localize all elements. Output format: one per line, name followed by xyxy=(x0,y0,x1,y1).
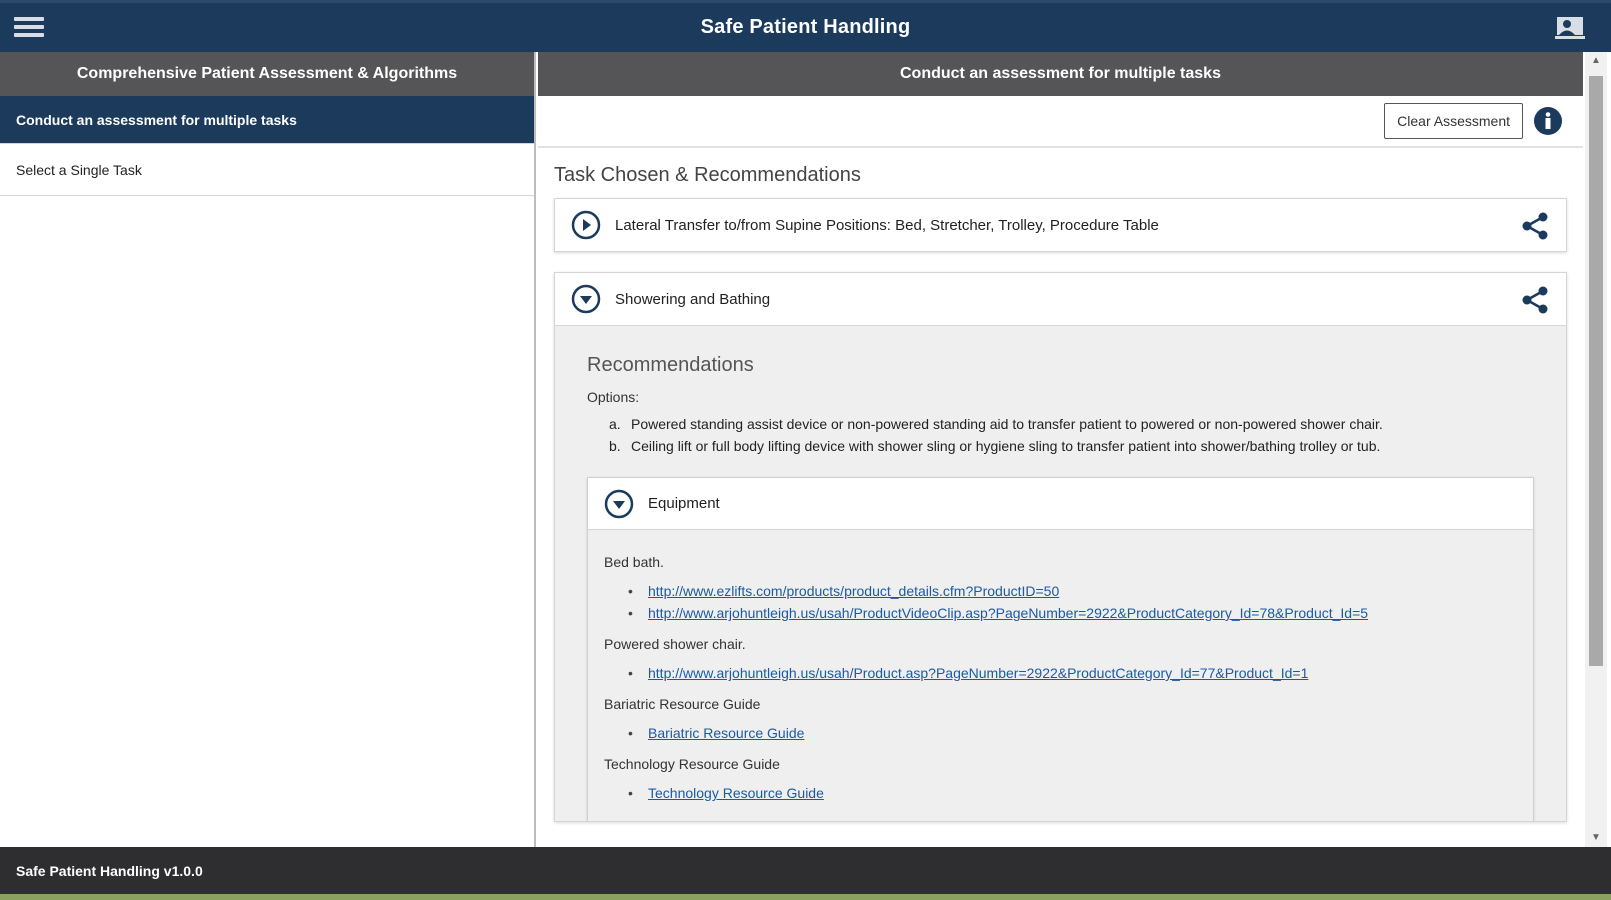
vertical-scrollbar[interactable]: ▲ ▼ xyxy=(1585,52,1607,847)
footer-accent-line xyxy=(0,894,1611,900)
scrollbar-thumb[interactable] xyxy=(1589,76,1603,666)
options-label: Options: xyxy=(587,389,640,405)
options-list: a. Powered standing assist device or non… xyxy=(609,413,1534,457)
main-panel-header: Conduct an assessment for multiple tasks xyxy=(538,52,1583,96)
equipment-link[interactable]: http://www.ezlifts.com/products/product_… xyxy=(648,583,1059,599)
task-accordion: Lateral Transfer to/from Supine Position… xyxy=(554,198,1567,252)
info-icon[interactable] xyxy=(1533,106,1563,136)
equipment-body: Bed bath. http://www.ezlifts.com/product… xyxy=(588,530,1533,821)
main-panel: Conduct an assessment for multiple tasks… xyxy=(538,52,1583,847)
equipment-group-label: Bed bath. xyxy=(604,554,664,570)
equipment-accordion: Equipment Bed bath. http://www.ezlifts.c… xyxy=(587,477,1534,821)
technology-guide-link[interactable]: Technology Resource Guide xyxy=(648,785,824,801)
option-item: b. Ceiling lift or full body lifting dev… xyxy=(609,435,1534,457)
task-label: Lateral Transfer to/from Supine Position… xyxy=(615,216,1159,234)
bariatric-guide-link[interactable]: Bariatric Resource Guide xyxy=(648,725,804,741)
collapse-circle-icon xyxy=(604,489,634,518)
equipment-accordion-header[interactable]: Equipment xyxy=(588,478,1533,530)
task-accordion: Showering and Bathing Recommendations Op… xyxy=(554,272,1567,822)
link-item: http://www.ezlifts.com/products/product_… xyxy=(628,580,1517,602)
link-list: http://www.arjohuntleigh.us/usah/Product… xyxy=(628,662,1517,684)
share-icon[interactable] xyxy=(1520,211,1550,241)
recommendations-panel: Recommendations Options: a. Powered stan… xyxy=(555,325,1566,821)
version-label: Safe Patient Handling v1.0.0 xyxy=(16,862,203,879)
equipment-group-label: Bariatric Resource Guide xyxy=(604,696,761,712)
equipment-group-label: Technology Resource Guide xyxy=(604,756,780,772)
left-panel: Comprehensive Patient Assessment & Algor… xyxy=(0,52,536,847)
clear-assessment-button[interactable]: Clear Assessment xyxy=(1384,103,1523,139)
option-item: a. Powered standing assist device or non… xyxy=(609,413,1534,435)
collapse-circle-icon xyxy=(571,284,601,314)
link-list: Bariatric Resource Guide xyxy=(628,722,1517,744)
nav-item-multiple-tasks[interactable]: Conduct an assessment for multiple tasks xyxy=(0,96,534,144)
equipment-group-label: Powered shower chair. xyxy=(604,636,746,652)
link-list: http://www.ezlifts.com/products/product_… xyxy=(628,580,1517,624)
equipment-link[interactable]: http://www.arjohuntleigh.us/usah/Product… xyxy=(648,665,1308,681)
task-label: Showering and Bathing xyxy=(615,290,771,308)
option-text: Powered standing assist device or non-po… xyxy=(631,416,1383,432)
footer: Safe Patient Handling v1.0.0 xyxy=(0,847,1611,894)
equipment-link[interactable]: http://www.arjohuntleigh.us/usah/Product… xyxy=(648,605,1368,621)
left-panel-header: Comprehensive Patient Assessment & Algor… xyxy=(0,52,534,96)
link-item: Technology Resource Guide xyxy=(628,782,1517,804)
task-accordion-header[interactable]: Lateral Transfer to/from Supine Position… xyxy=(555,199,1566,251)
app-title: Safe Patient Handling xyxy=(700,16,911,38)
task-accordion-header[interactable]: Showering and Bathing xyxy=(555,273,1566,325)
app-header: Safe Patient Handling xyxy=(0,0,1611,52)
link-item: http://www.arjohuntleigh.us/usah/Product… xyxy=(628,602,1517,624)
option-marker: a. xyxy=(609,416,621,432)
link-list: Technology Resource Guide xyxy=(628,782,1517,804)
scroll-down-arrow-icon[interactable]: ▼ xyxy=(1585,829,1607,847)
user-icon[interactable] xyxy=(1555,15,1585,41)
nav-item-single-task[interactable]: Select a Single Task xyxy=(0,144,534,196)
equipment-label: Equipment xyxy=(648,495,720,512)
share-icon[interactable] xyxy=(1520,285,1550,315)
toolbar: Clear Assessment xyxy=(538,96,1583,148)
link-item: Bariatric Resource Guide xyxy=(628,722,1517,744)
option-marker: b. xyxy=(609,438,621,454)
expand-circle-icon xyxy=(571,210,601,240)
scroll-up-arrow-icon[interactable]: ▲ xyxy=(1585,52,1607,70)
section-title: Task Chosen & Recommendations xyxy=(554,164,861,186)
link-item: http://www.arjohuntleigh.us/usah/Product… xyxy=(628,662,1517,684)
recommendations-title: Recommendations xyxy=(587,354,754,376)
option-text: Ceiling lift or full body lifting device… xyxy=(631,438,1381,454)
